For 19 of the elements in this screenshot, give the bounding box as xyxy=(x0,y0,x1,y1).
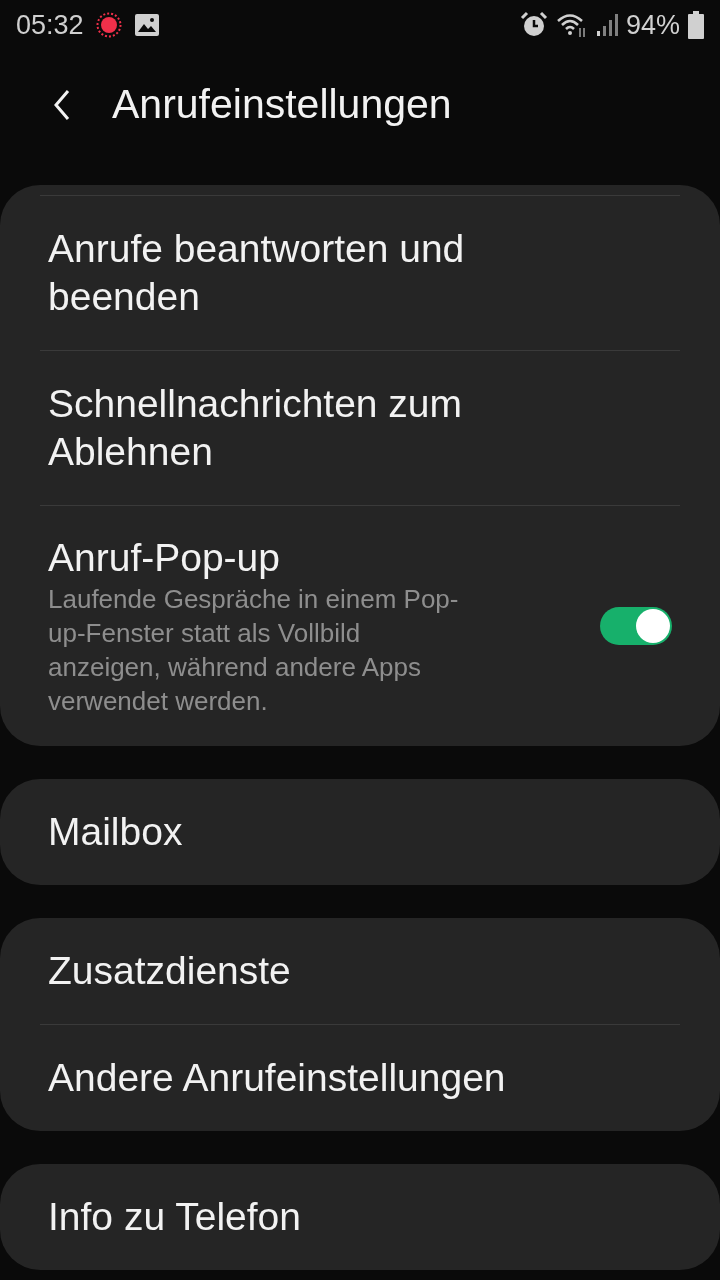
signal-icon xyxy=(595,13,618,37)
alarm-icon xyxy=(519,11,548,39)
page-title: Anrufeinstellungen xyxy=(112,80,452,130)
settings-item[interactable]: Anruf-Pop-up Laufende Gespräche in einem Pop-up-Fenster statt als Vollbild anzeigen, während andere Apps verwendet werden. xyxy=(0,506,720,746)
item-description: Laufende Gespräche in einem Pop-up-Fenster statt als Vollbild anzeigen, während andere Apps verwendet werden. xyxy=(48,583,460,718)
wifi-icon xyxy=(555,12,588,38)
settings-item[interactable]: Mailbox xyxy=(0,779,720,885)
image-icon xyxy=(133,13,160,37)
battery-icon xyxy=(688,11,704,39)
settings-item[interactable]: Anrufe beantworten und beenden xyxy=(0,196,720,350)
settings-item[interactable]: Schnellnachrichten zum Ablehnen xyxy=(0,351,720,505)
settings-item[interactable]: Info zu Telefon xyxy=(0,1164,720,1270)
settings-item[interactable]: Zusatzdienste xyxy=(0,918,720,1024)
settings-item[interactable]: Andere Anrufeinstellungen xyxy=(0,1025,720,1131)
battery-percent: 94% xyxy=(625,8,680,42)
toggle-switch[interactable] xyxy=(600,607,672,645)
item-title: Anruf-Pop-up xyxy=(48,535,281,581)
clock: 05:32 xyxy=(16,8,84,42)
notification-icon xyxy=(95,12,122,38)
